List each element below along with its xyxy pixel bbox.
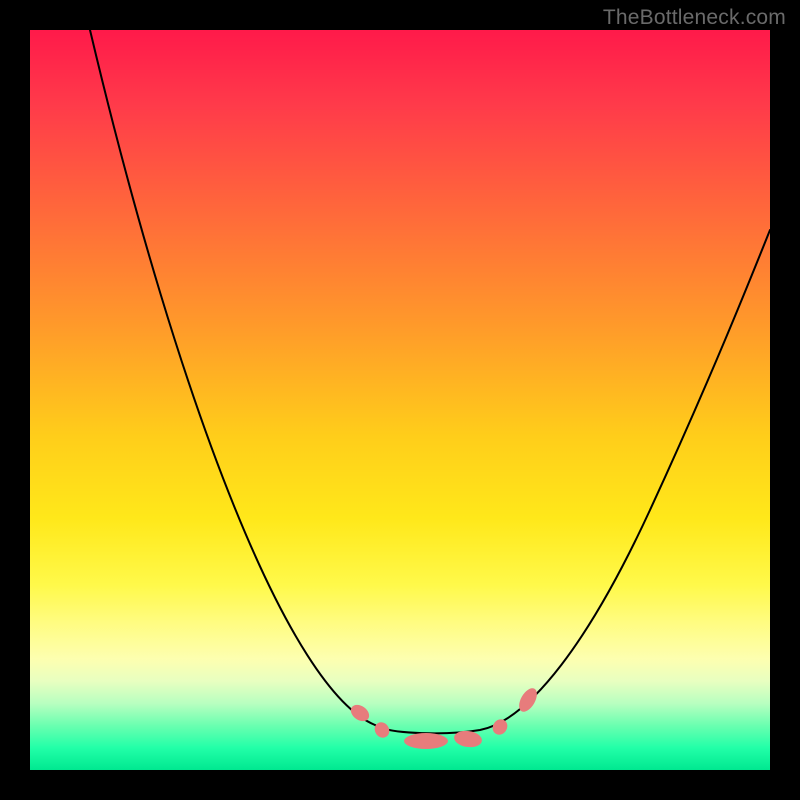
curve-marker [490,716,511,737]
chart-frame: TheBottleneck.com [0,0,800,800]
watermark-text: TheBottleneck.com [603,6,786,30]
marker-group [348,685,541,749]
bottleneck-curve [90,30,770,733]
curve-marker [372,719,393,740]
plot-area [30,30,770,770]
curve-svg [30,30,770,770]
curve-marker [404,733,448,749]
